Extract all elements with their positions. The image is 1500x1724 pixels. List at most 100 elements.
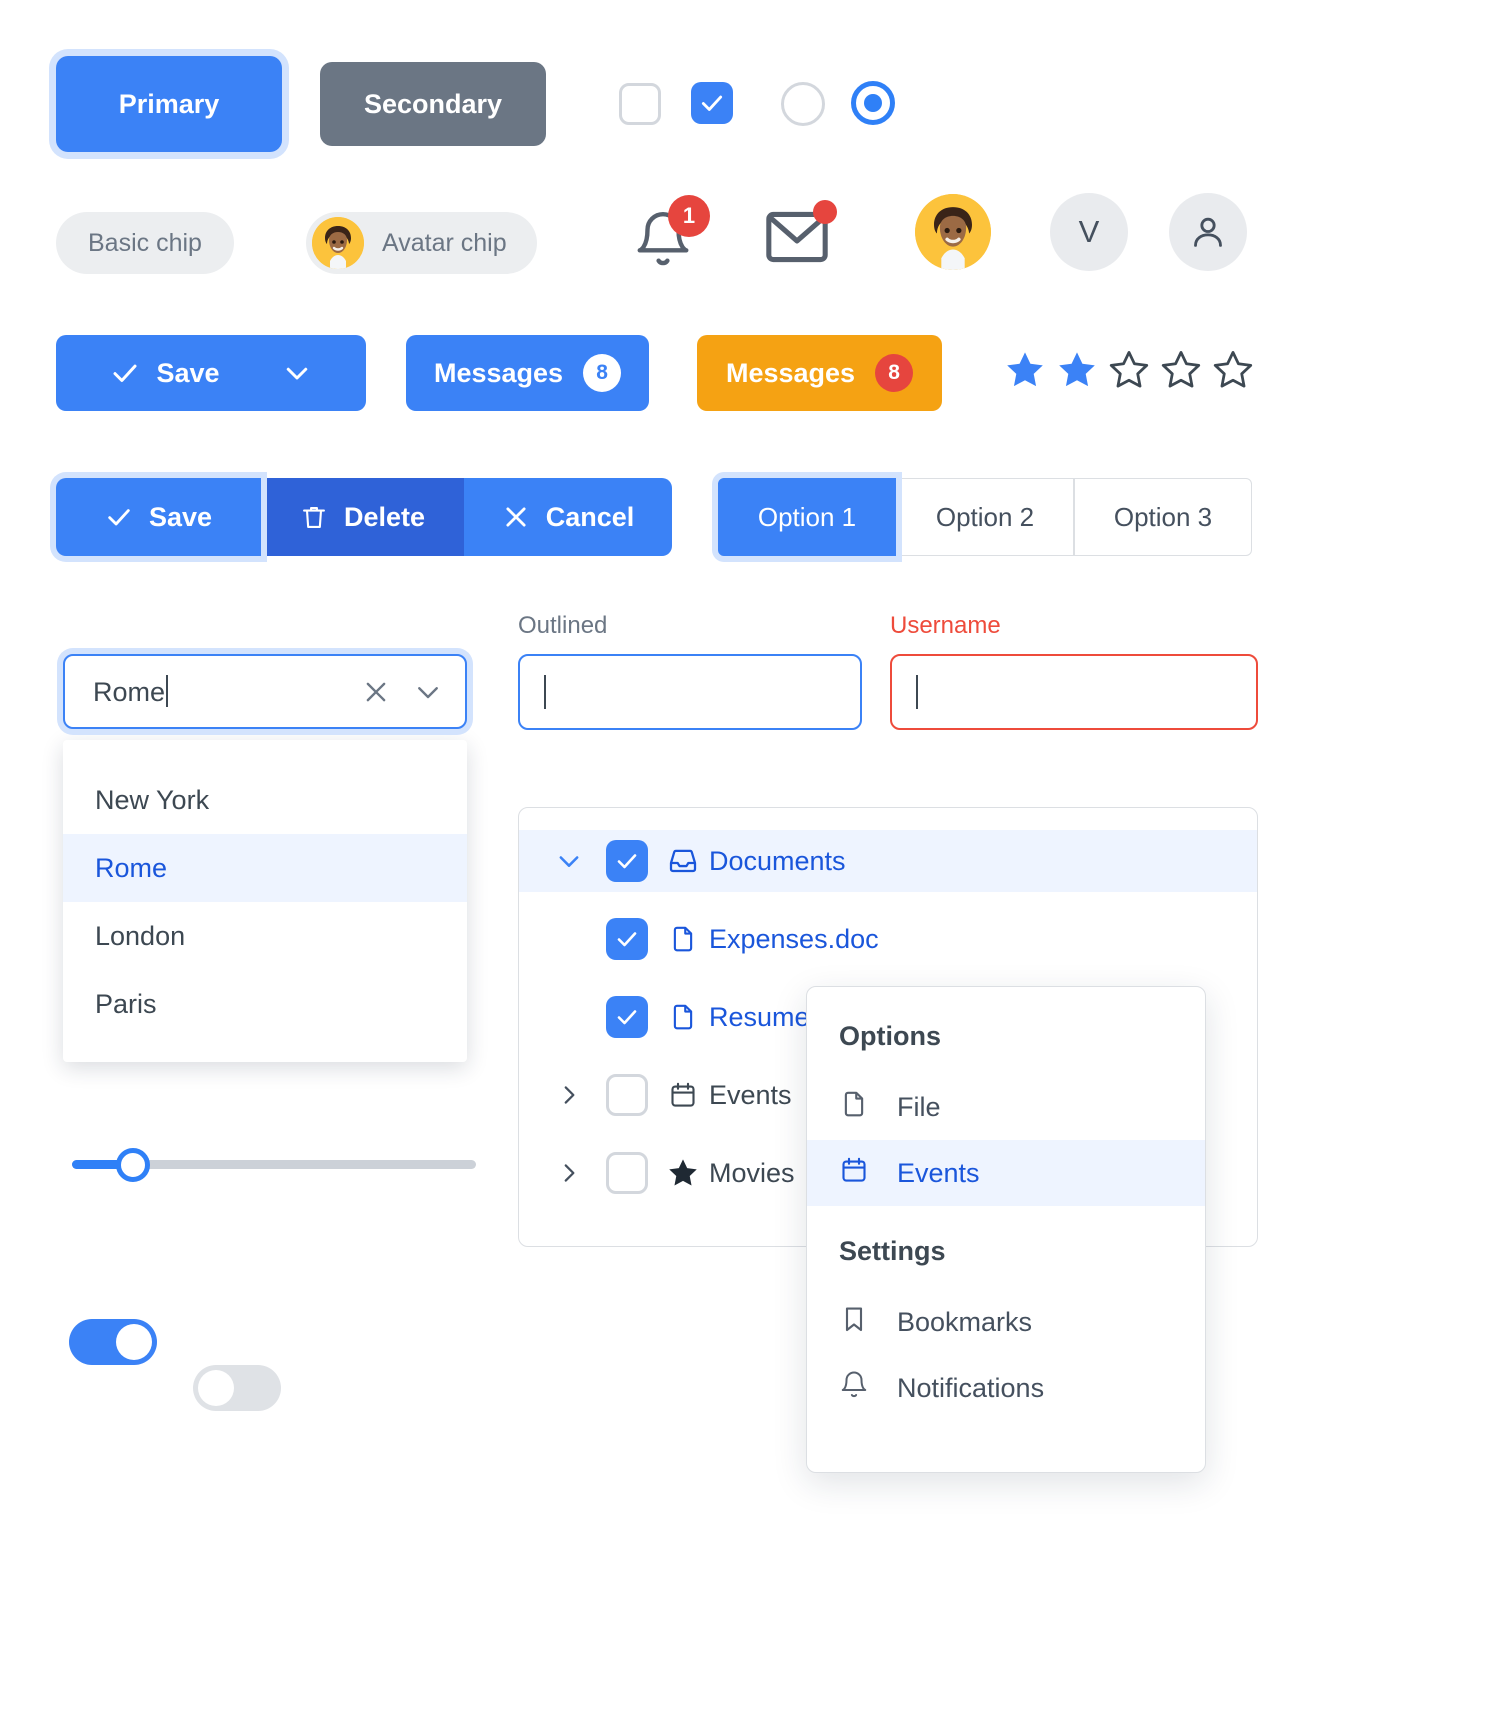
chevron-down-icon[interactable] [413,677,443,707]
chevron-right-icon[interactable] [541,1082,597,1108]
toggle-off[interactable] [193,1365,281,1411]
combobox-option-paris-label: Paris [95,988,157,1019]
primary-button[interactable]: Primary [56,56,282,152]
file-icon [657,924,709,954]
file-icon [657,1002,709,1032]
menu-item-bookmarks-label: Bookmarks [897,1306,1033,1337]
username-field-label: Username [890,612,1001,639]
toggle-on-knob [116,1324,152,1360]
user-photo-avatar[interactable] [915,194,991,270]
button-group-delete[interactable]: Delete [261,478,464,556]
tree-checkbox[interactable] [597,918,657,960]
menu-item-events[interactable]: Events [807,1140,1205,1206]
person-icon [1194,217,1222,247]
check-icon [108,509,130,526]
tree-row[interactable]: Expenses.doc [519,908,1257,970]
menu-item-notifications[interactable]: Notifications [807,1355,1205,1421]
city-combobox-value-wrap: Rome [93,675,361,708]
toggle-on[interactable] [69,1319,157,1365]
username-field-input[interactable] [890,654,1258,730]
toggle-off-knob [198,1370,234,1406]
combobox-option-rome-label: Rome [95,852,168,883]
bell-badge: 1 [668,195,710,237]
clear-icon[interactable] [361,677,391,707]
text-caret [166,675,169,707]
menu-item-file[interactable]: File [807,1074,1205,1140]
messages-button-orange[interactable]: Messages 8 [697,335,942,411]
notifications-bell-button[interactable]: 1 [632,195,712,275]
avatar-photo-icon [312,217,364,269]
tree-row-label: Expenses.doc [709,923,879,954]
city-combobox-value: Rome [93,677,166,707]
button-group-save-label: Save [148,501,213,532]
mail-button[interactable] [763,200,839,272]
component-showcase: Primary Secondary Basic chip Avatar chip… [0,0,1500,1724]
mail-dot-badge [813,200,837,224]
avatar-chip-label: Avatar chip [382,228,507,257]
chevron-right-icon[interactable] [541,1160,597,1186]
slider-thumb[interactable] [115,1148,150,1182]
avatar [312,217,364,269]
checkbox-checked[interactable] [691,82,733,124]
segmented-option-3[interactable]: Option 3 [1074,478,1252,556]
segmented-option-3-label: Option 3 [1113,501,1213,532]
text-caret [916,675,918,709]
combobox-option-rome[interactable]: Rome [63,834,467,902]
messages-blue-count-badge: 8 [583,354,622,392]
check-icon [617,1010,637,1025]
city-combobox-input[interactable]: Rome [63,654,467,729]
chevron-down-icon[interactable] [282,358,312,388]
button-group-save[interactable]: Save [56,478,261,556]
radio-unselected[interactable] [781,82,825,126]
menu-group-options-header: Options [839,1021,941,1051]
text-caret [544,675,546,709]
menu-item-bookmarks[interactable]: Bookmarks [807,1289,1205,1355]
checkbox-unchecked[interactable] [619,83,661,125]
star-empty-icon[interactable] [1211,348,1255,392]
initial-avatar[interactable]: V [1050,193,1128,271]
secondary-button[interactable]: Secondary [320,62,546,146]
secondary-button-label: Secondary [363,88,503,119]
tree-row[interactable]: Documents [519,830,1257,892]
save-split-button[interactable]: Save [56,335,366,411]
close-icon [506,507,526,527]
combobox-option-london-label: London [95,920,186,951]
star-filled-icon[interactable] [1055,348,1099,392]
tree-checkbox[interactable] [597,1152,657,1194]
rating-stars[interactable] [1003,348,1255,392]
star-empty-icon[interactable] [1159,348,1203,392]
slider[interactable] [72,1148,476,1182]
person-avatar[interactable] [1169,193,1247,271]
outlined-field-input[interactable] [518,654,862,730]
segmented-option-1[interactable]: Option 1 [718,478,896,556]
tree-checkbox[interactable] [597,1074,657,1116]
tree-checkbox[interactable] [597,996,657,1038]
save-split-button-label: Save [156,357,220,388]
tree-row-label: Events [709,1079,792,1110]
button-group-cancel[interactable]: Cancel [464,478,672,556]
radio-selected[interactable] [851,81,895,125]
star-empty-icon[interactable] [1107,348,1151,392]
tree-checkbox[interactable] [597,840,657,882]
bookmark-icon [839,1304,869,1341]
combobox-option-new-york[interactable]: New York [63,766,467,834]
check-icon [701,95,723,111]
segmented-option-2[interactable]: Option 2 [896,478,1074,556]
menu-item-events-label: Events [897,1157,980,1188]
combobox-option-london[interactable]: London [63,902,467,970]
basic-chip[interactable]: Basic chip [56,212,234,274]
messages-button-blue[interactable]: Messages 8 [406,335,649,411]
avatar-chip[interactable]: Avatar chip [306,212,537,274]
button-group-delete-label: Delete [343,501,426,532]
button-group-cancel-label: Cancel [545,501,635,532]
city-combobox-listbox: New York Rome London Paris [63,740,467,1062]
inbox-icon [657,845,709,877]
chevron-down-icon[interactable] [541,847,597,875]
outlined-field-label: Outlined [518,612,608,639]
outlined-text-field: Outlined [518,612,862,730]
segmented-option-2-label: Option 2 [935,501,1035,532]
button-group: Save Delete Cancel [56,478,672,556]
city-combobox: Rome New York Rome London Paris [63,654,467,1062]
star-filled-icon[interactable] [1003,348,1047,392]
combobox-option-paris[interactable]: Paris [63,970,467,1038]
